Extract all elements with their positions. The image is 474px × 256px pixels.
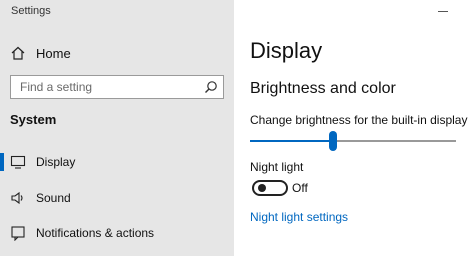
slider-fill bbox=[250, 140, 333, 142]
sidebar-item-sound[interactable]: Sound bbox=[0, 187, 234, 209]
search-input[interactable] bbox=[11, 76, 204, 98]
night-light-state: Off bbox=[292, 181, 308, 195]
sidebar-item-notifications[interactable]: Notifications & actions bbox=[0, 222, 234, 244]
minimize-button[interactable] bbox=[438, 0, 450, 22]
night-light-label: Night light bbox=[250, 160, 304, 174]
monitor-icon bbox=[10, 154, 26, 170]
night-light-toggle[interactable] bbox=[252, 180, 288, 196]
home-icon bbox=[10, 45, 26, 61]
night-light-settings-link[interactable]: Night light settings bbox=[250, 210, 348, 224]
search-icon[interactable] bbox=[204, 80, 218, 94]
notification-icon bbox=[10, 225, 26, 242]
toggle-knob bbox=[258, 184, 266, 192]
sidebar-item-label: Notifications & actions bbox=[36, 226, 155, 240]
main-panel: Display Brightness and color Change brig… bbox=[234, 0, 474, 256]
sidebar-item-display[interactable]: Display bbox=[0, 151, 234, 173]
search-box[interactable] bbox=[10, 75, 224, 99]
slider-thumb[interactable] bbox=[329, 131, 337, 151]
home-label: Home bbox=[36, 45, 71, 61]
active-indicator bbox=[0, 153, 4, 171]
brightness-label: Change brightness for the built-in displ… bbox=[250, 113, 468, 127]
sidebar-item-label: Sound bbox=[36, 191, 71, 205]
sidebar-item-home[interactable]: Home bbox=[10, 43, 224, 63]
sidebar-item-label: Display bbox=[36, 155, 76, 169]
group-title: Brightness and color bbox=[250, 80, 396, 97]
window-title: Settings bbox=[11, 5, 51, 17]
sidebar: Settings Home System Display Sound Notif… bbox=[0, 0, 234, 256]
page-title: Display bbox=[250, 38, 323, 63]
brightness-slider[interactable] bbox=[250, 131, 456, 151]
speaker-icon bbox=[10, 190, 26, 206]
section-label-system: System bbox=[10, 112, 57, 127]
